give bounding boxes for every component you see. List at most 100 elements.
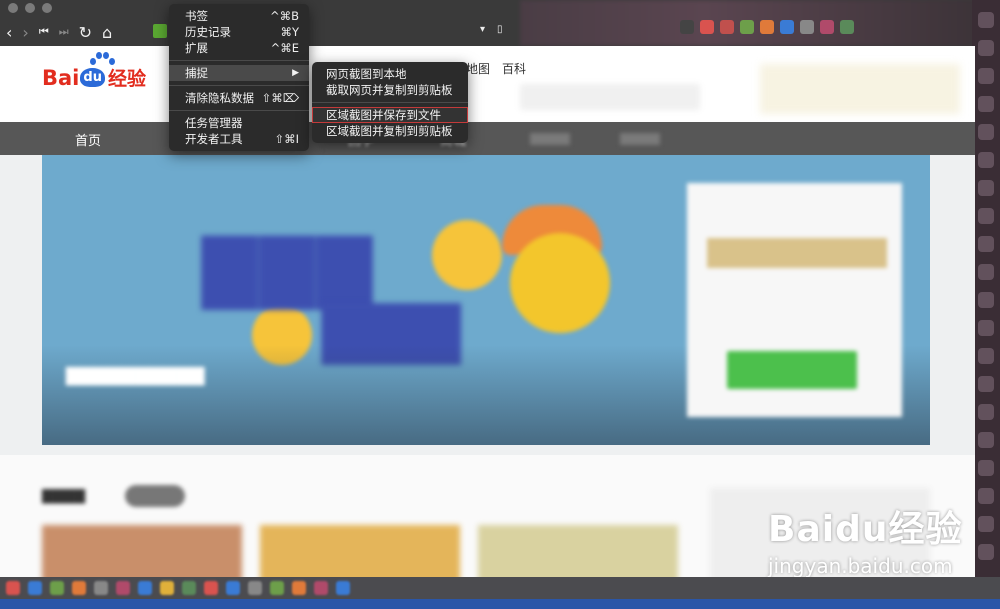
side-panel-icon[interactable] xyxy=(978,264,994,280)
dock-app-icon[interactable] xyxy=(292,581,306,595)
dock-app-icon[interactable] xyxy=(160,581,174,595)
side-panel-icon[interactable] xyxy=(978,208,994,224)
close-window-button[interactable] xyxy=(8,3,18,13)
menu-item-developer-tools[interactable]: 开发者工具 ⇧⌘I xyxy=(169,131,309,147)
side-panel-icon[interactable] xyxy=(978,12,994,28)
menu-item-shortcut: ⌘Y xyxy=(280,25,299,39)
logo-jingyan-text: 经验 xyxy=(107,68,146,90)
side-panel-icon[interactable] xyxy=(978,544,994,560)
skip-back-button[interactable]: ⏮ xyxy=(39,25,49,39)
dock-app-icon[interactable] xyxy=(248,581,262,595)
side-panel-icon[interactable] xyxy=(978,376,994,392)
submenu-item-region-clipboard[interactable]: 区域截图并复制到剪贴板 xyxy=(312,123,468,139)
side-panel-icon[interactable] xyxy=(978,124,994,140)
extension-icon[interactable] xyxy=(720,20,734,34)
side-panel-icon[interactable] xyxy=(978,348,994,364)
category-bar: 首页 回字 商城 xyxy=(0,122,975,155)
mascot-graphic xyxy=(510,233,610,333)
side-panel-strip xyxy=(972,0,1000,609)
extension-icon[interactable] xyxy=(760,20,774,34)
content-card[interactable] xyxy=(260,525,460,585)
side-panel-icon[interactable] xyxy=(978,516,994,532)
side-panel-icon[interactable] xyxy=(978,236,994,252)
zoom-window-button[interactable] xyxy=(42,3,52,13)
side-panel-icon[interactable] xyxy=(978,292,994,308)
panel-action-button[interactable] xyxy=(727,351,857,389)
watermark-url-text: jingyan.baidu.com xyxy=(768,554,953,578)
topnav-link-map[interactable]: 地图 xyxy=(466,60,490,77)
extension-icon[interactable] xyxy=(700,20,714,34)
coin-graphic xyxy=(432,220,502,290)
side-panel-icon[interactable] xyxy=(978,320,994,336)
menu-item-capture[interactable]: 捕捉 ▶ xyxy=(169,65,309,81)
content-card[interactable] xyxy=(478,525,678,585)
side-panel-icon[interactable] xyxy=(978,432,994,448)
side-panel-icon[interactable] xyxy=(978,68,994,84)
dock-app-icon[interactable] xyxy=(72,581,86,595)
submenu-item-region-save-file[interactable]: 区域截图并保存到文件 xyxy=(312,107,468,123)
forward-button[interactable]: › xyxy=(22,23,28,42)
reload-button[interactable]: ↻ xyxy=(79,23,92,42)
banner-caption-blurred: ▇▇▇▇▇▇▇▇▇▇ xyxy=(66,365,205,386)
tools-menu: 书签 ^⌘B 历史记录 ⌘Y 扩展 ^⌘E 捕捉 ▶ 清除隐私数据 ⇧⌘⌦ 任务… xyxy=(169,4,309,151)
baidu-jingyan-logo[interactable]: Bai du 经验 xyxy=(42,52,146,91)
home-button[interactable]: ⌂ xyxy=(102,23,112,42)
content-card[interactable] xyxy=(42,525,242,585)
dock-app-icon[interactable] xyxy=(50,581,64,595)
back-button[interactable]: ‹ xyxy=(6,23,12,42)
nav-buttons: ‹ › ⏮ ⏭ ↻ ⌂ xyxy=(6,22,112,42)
submenu-item-page-screenshot-local[interactable]: 网页截图到本地 xyxy=(312,66,468,82)
skip-forward-button[interactable]: ⏭ xyxy=(59,25,69,39)
extension-icon[interactable] xyxy=(740,20,754,34)
menu-item-label: 历史记录 xyxy=(185,25,231,39)
menu-item-label: 清除隐私数据 xyxy=(185,91,254,105)
extension-icon[interactable] xyxy=(780,20,794,34)
category-home[interactable]: 首页 xyxy=(75,130,101,149)
extension-icon[interactable] xyxy=(800,20,814,34)
extension-icon[interactable] xyxy=(820,20,834,34)
side-panel-icon[interactable] xyxy=(978,40,994,56)
submenu-arrow-icon: ▶ xyxy=(292,68,299,78)
dock-app-icon[interactable] xyxy=(138,581,152,595)
logo-du-text: du xyxy=(80,68,105,87)
side-panel-icon[interactable] xyxy=(978,404,994,420)
search-box[interactable] xyxy=(520,84,700,110)
dock-app-icon[interactable] xyxy=(314,581,328,595)
banner-area: ▇▇▇ ▇▇▇ ▇▇▇▇▇▇▇▇▇▇ xyxy=(0,155,975,455)
side-panel-icon[interactable] xyxy=(978,96,994,112)
side-panel-icon[interactable] xyxy=(978,180,994,196)
dock-app-icon[interactable] xyxy=(182,581,196,595)
dock-app-icon[interactable] xyxy=(336,581,350,595)
submenu-item-page-screenshot-clipboard[interactable]: 截取网页并复制到剪贴板 xyxy=(312,82,468,98)
dock-app-icon[interactable] xyxy=(94,581,108,595)
minimize-window-button[interactable] xyxy=(25,3,35,13)
extension-icon[interactable] xyxy=(680,20,694,34)
topnav-link-baike[interactable]: 百科 xyxy=(502,60,526,77)
menu-item-history[interactable]: 历史记录 ⌘Y xyxy=(169,24,309,40)
menu-item-shortcut: ^⌘B xyxy=(269,9,299,23)
menu-item-clear-private-data[interactable]: 清除隐私数据 ⇧⌘⌦ xyxy=(169,90,309,106)
menu-item-task-manager[interactable]: 任务管理器 xyxy=(169,115,309,131)
menu-separator xyxy=(169,110,309,111)
watermark-main-text: Baidu经验 xyxy=(768,509,963,550)
dock-app-icon[interactable] xyxy=(270,581,284,595)
extension-icon[interactable] xyxy=(840,20,854,34)
side-panel-icon[interactable] xyxy=(978,152,994,168)
secure-lock-icon[interactable] xyxy=(153,24,167,38)
dock-app-icon[interactable] xyxy=(226,581,240,595)
address-dropdown-button[interactable]: ▾ xyxy=(480,24,485,35)
dock-app-icon[interactable] xyxy=(28,581,42,595)
taskbar xyxy=(0,577,1000,599)
menu-item-label: 书签 xyxy=(185,9,208,23)
dock-app-icon[interactable] xyxy=(6,581,20,595)
dock-app-icon[interactable] xyxy=(204,581,218,595)
menu-item-bookmarks[interactable]: 书签 ^⌘B xyxy=(169,8,309,24)
hero-banner[interactable]: ▇▇▇ ▇▇▇ ▇▇▇▇▇▇▇▇▇▇ xyxy=(42,155,930,445)
side-panel-icon[interactable] xyxy=(978,460,994,476)
logo-bai-text: Bai xyxy=(42,65,80,90)
dock-app-icon[interactable] xyxy=(116,581,130,595)
side-panel-icon[interactable] xyxy=(978,488,994,504)
bookmark-button[interactable]: ▯ xyxy=(497,24,503,35)
menu-item-extensions[interactable]: 扩展 ^⌘E xyxy=(169,40,309,56)
section-tab-blurred[interactable] xyxy=(125,485,185,507)
